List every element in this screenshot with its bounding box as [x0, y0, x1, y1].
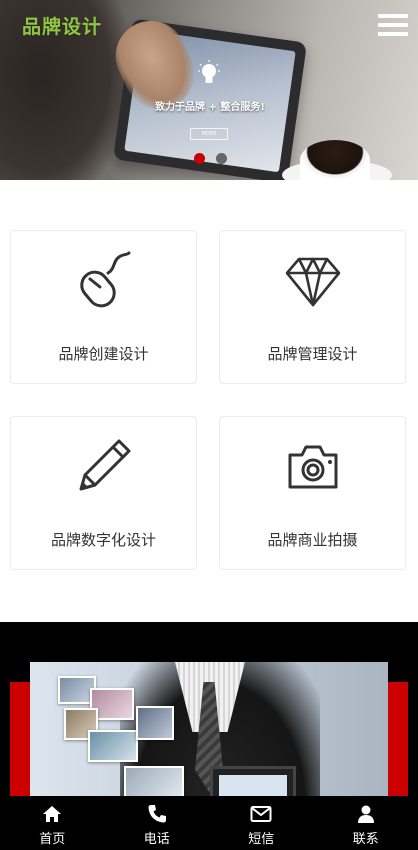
service-card-brand-digital[interactable]: 品牌数字化设计: [10, 416, 197, 570]
nav-home[interactable]: 首页: [0, 796, 105, 850]
home-icon: [43, 806, 62, 822]
nav-contact-label: 联系: [352, 832, 379, 847]
nav-phone[interactable]: 电话: [105, 796, 210, 850]
hero-slogan: 致力于品牌 + 整合服务!: [155, 102, 265, 113]
accent-bar-left: [10, 682, 32, 802]
envelope-icon: [250, 806, 272, 822]
menu-button[interactable]: [378, 14, 408, 38]
hero-banner: 品牌设计 致力于品牌 + 整合服务! MORE: [0, 0, 418, 180]
service-card-brand-management[interactable]: 品牌管理设计: [219, 230, 406, 384]
service-label: 品牌商业拍摄: [267, 531, 358, 549]
mouse-icon: [80, 251, 131, 308]
nav-sms-label: 短信: [248, 832, 275, 847]
lightbulb-icon: [198, 60, 220, 83]
diamond-icon: [285, 257, 341, 307]
site-logo[interactable]: 品牌设计: [22, 12, 102, 39]
user-icon: [357, 805, 374, 823]
bottom-navigation: 首页 电话 短信 联系: [0, 796, 418, 850]
service-card-brand-creation[interactable]: 品牌创建设计: [10, 230, 197, 384]
service-card-brand-photography[interactable]: 品牌商业拍摄: [219, 416, 406, 570]
slider-dot-1[interactable]: [194, 153, 205, 164]
hero-more-button[interactable]: MORE: [190, 128, 228, 140]
nav-contact[interactable]: 联系: [314, 796, 418, 850]
phone-icon: [148, 805, 166, 823]
service-label: 品牌管理设计: [267, 345, 358, 363]
camera-icon: [288, 445, 338, 489]
hero-photo-coffee-cup: [300, 140, 370, 180]
accent-bar-right: [386, 682, 408, 802]
service-label: 品牌数字化设计: [50, 531, 156, 549]
nav-home-label: 首页: [39, 832, 66, 847]
slider-pagination: [194, 149, 233, 164]
nav-phone-label: 电话: [143, 832, 170, 847]
feature-photo-businessman: [30, 662, 388, 802]
hamburger-menu-icon: [378, 14, 408, 18]
pencil-icon: [79, 439, 131, 491]
nav-sms[interactable]: 短信: [209, 796, 314, 850]
service-label: 品牌创建设计: [58, 345, 149, 363]
